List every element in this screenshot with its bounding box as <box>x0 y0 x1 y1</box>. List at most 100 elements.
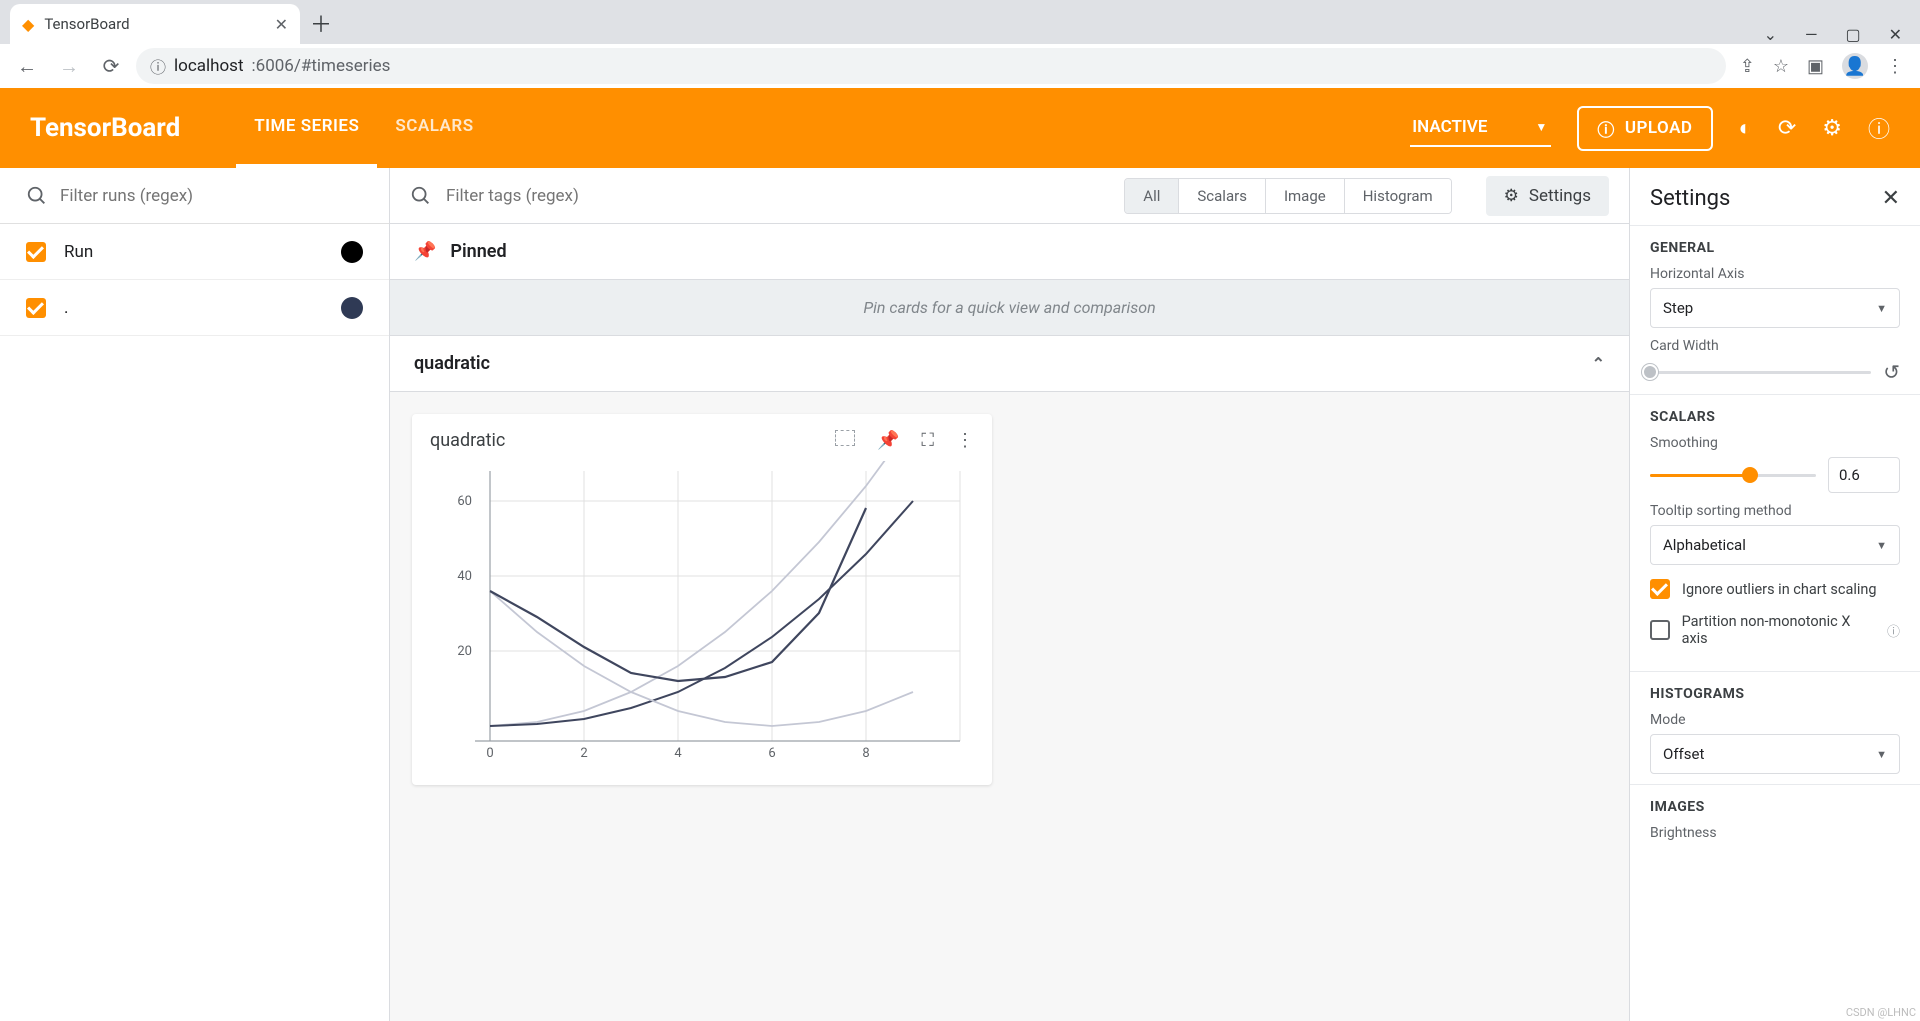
runs-header-row: Run <box>0 224 389 280</box>
watermark: CSDN @LHNC <box>1846 1006 1916 1019</box>
maximize-icon[interactable]: ▢ <box>1845 25 1860 44</box>
settings-title: Settings <box>1650 186 1730 211</box>
upload-button[interactable]: ⓘ UPLOAD <box>1577 106 1712 151</box>
mode-select[interactable]: Offset ▼ <box>1650 734 1900 774</box>
reload-button[interactable]: ⟳ <box>94 49 128 83</box>
pin-icon[interactable]: 📌 <box>877 430 899 451</box>
smoothing-slider[interactable] <box>1650 465 1816 485</box>
forward-button: → <box>52 49 86 83</box>
runs-filter <box>0 168 389 224</box>
ignore-outliers-row[interactable]: Ignore outliers in chart scaling <box>1650 579 1900 599</box>
pinned-empty-hint: Pin cards for a quick view and compariso… <box>390 280 1629 336</box>
upload-label: UPLOAD <box>1625 118 1693 138</box>
close-window-icon[interactable]: ✕ <box>1889 25 1902 44</box>
tooltip-select[interactable]: Alphabetical ▼ <box>1650 525 1900 565</box>
browser-tab[interactable]: ◆ TensorBoard ✕ <box>10 4 300 44</box>
settings-toggle-label: Settings <box>1529 186 1591 206</box>
palette-icon[interactable] <box>341 241 363 263</box>
partition-x-checkbox[interactable] <box>1650 620 1670 640</box>
reset-icon[interactable]: ↺ <box>1883 360 1900 384</box>
tab-timeseries[interactable]: TIME SERIES <box>236 88 377 168</box>
settings-histograms: HISTOGRAMS Mode Offset ▼ <box>1630 671 1920 784</box>
settings-general: GENERAL Horizontal Axis Step ▼ Card Widt… <box>1630 225 1920 394</box>
share-icon[interactable]: ⇪ <box>1740 56 1755 77</box>
chevron-up-icon[interactable]: ⌃ <box>1592 354 1605 373</box>
settings-header: Settings ✕ <box>1630 168 1920 225</box>
ignore-outliers-checkbox[interactable] <box>1650 579 1670 599</box>
sidepanel-icon[interactable]: ▣ <box>1807 56 1824 77</box>
url-field[interactable]: ⓘ localhost:6006/#timeseries <box>136 48 1726 84</box>
smoothing-label: Smoothing <box>1650 435 1900 451</box>
runs-select-all-checkbox[interactable] <box>26 242 46 262</box>
svg-text:6: 6 <box>768 746 775 761</box>
settings-toggle-button[interactable]: ⚙ Settings <box>1486 176 1609 216</box>
settings-scalars: SCALARS Smoothing 0.6 Tooltip sorting me… <box>1630 394 1920 671</box>
group-header[interactable]: quadratic ⌃ <box>390 336 1629 392</box>
smoothing-value[interactable]: 0.6 <box>1828 457 1900 493</box>
chip-scalars[interactable]: Scalars <box>1179 179 1266 213</box>
svg-text:20: 20 <box>457 644 472 659</box>
chip-histogram[interactable]: Histogram <box>1345 179 1451 213</box>
hax-select[interactable]: Step ▼ <box>1650 288 1900 328</box>
refresh-icon[interactable]: ⟳ <box>1778 116 1796 141</box>
chip-all[interactable]: All <box>1125 179 1179 213</box>
tab-scalars[interactable]: SCALARS <box>377 88 491 168</box>
chevron-down-icon: ▼ <box>1876 302 1887 315</box>
star-icon[interactable]: ☆ <box>1773 56 1789 77</box>
app-body: Run . All Scalars Image Histogram ⚙ Sett… <box>0 168 1920 1021</box>
card-actions: 📌 ⛶ ⋮ <box>835 430 974 451</box>
new-tab-button[interactable]: ＋ <box>304 6 338 40</box>
fit-domain-icon[interactable] <box>835 430 855 446</box>
svg-text:2: 2 <box>580 746 587 761</box>
close-icon[interactable]: ✕ <box>1882 186 1900 211</box>
chip-image[interactable]: Image <box>1266 179 1345 213</box>
scalars-heading: SCALARS <box>1650 409 1900 425</box>
svg-text:60: 60 <box>457 494 472 509</box>
tabstrip: ◆ TensorBoard ✕ ＋ ⌄ — ▢ ✕ <box>0 0 1920 44</box>
kebab-icon[interactable]: ⋮ <box>1886 56 1904 77</box>
tb-favicon-icon: ◆ <box>22 15 34 34</box>
svg-text:40: 40 <box>457 569 472 584</box>
upload-icon: ⓘ <box>1597 116 1615 141</box>
pin-icon: 📌 <box>414 241 436 262</box>
card-header: quadratic 📌 ⛶ ⋮ <box>430 430 974 451</box>
profile-icon[interactable]: 👤 <box>1842 53 1868 79</box>
scalar-plot[interactable]: 20 40 60 0 2 4 6 8 <box>430 461 974 761</box>
runs-column-label: Run <box>64 242 93 262</box>
chevron-down-icon[interactable]: ⌄ <box>1764 25 1777 44</box>
card-width-label: Card Width <box>1650 338 1900 354</box>
back-button[interactable]: ← <box>10 49 44 83</box>
hax-value: Step <box>1663 299 1693 317</box>
general-heading: GENERAL <box>1650 240 1900 256</box>
fullscreen-icon[interactable]: ⛶ <box>921 430 934 451</box>
tooltip-value: Alphabetical <box>1663 536 1746 554</box>
brand: TensorBoard <box>30 113 180 143</box>
help-icon[interactable]: ⓘ <box>1868 112 1890 144</box>
close-icon[interactable]: ✕ <box>275 15 288 34</box>
card-width-slider[interactable] <box>1650 362 1871 382</box>
info-icon[interactable]: ⓘ <box>1887 621 1900 640</box>
chevron-down-icon: ▼ <box>1535 120 1547 134</box>
address-bar: ← → ⟳ ⓘ localhost:6006/#timeseries ⇪ ☆ ▣… <box>0 44 1920 88</box>
site-info-icon[interactable]: ⓘ <box>150 54 166 78</box>
runs-filter-input[interactable] <box>60 186 363 206</box>
gear-icon[interactable]: ⚙ <box>1822 116 1842 141</box>
run-row[interactable]: . <box>0 280 389 336</box>
partition-x-row[interactable]: Partition non-monotonic X axis ⓘ <box>1650 613 1900 647</box>
plugin-dropdown-label: INACTIVE <box>1412 117 1487 137</box>
minimize-icon[interactable]: — <box>1805 25 1818 44</box>
tb-header-right: INACTIVE ▼ ⓘ UPLOAD ◐ ⟳ ⚙ ⓘ <box>1410 106 1890 151</box>
url-host: localhost <box>174 56 244 76</box>
tags-filter-input[interactable] <box>446 186 1110 206</box>
window-controls: ⌄ — ▢ ✕ <box>1764 17 1920 44</box>
theme-icon[interactable]: ◐ <box>1739 115 1752 141</box>
svg-text:4: 4 <box>674 746 682 761</box>
type-filter: All Scalars Image Histogram <box>1124 178 1451 214</box>
settings-images: IMAGES Brightness <box>1630 784 1920 857</box>
run-checkbox[interactable] <box>26 298 46 318</box>
runs-sidebar: Run . <box>0 168 390 1021</box>
plugin-dropdown[interactable]: INACTIVE ▼ <box>1410 109 1551 147</box>
run-color-swatch[interactable] <box>341 297 363 319</box>
histograms-heading: HISTOGRAMS <box>1650 686 1900 702</box>
kebab-icon[interactable]: ⋮ <box>956 430 974 451</box>
